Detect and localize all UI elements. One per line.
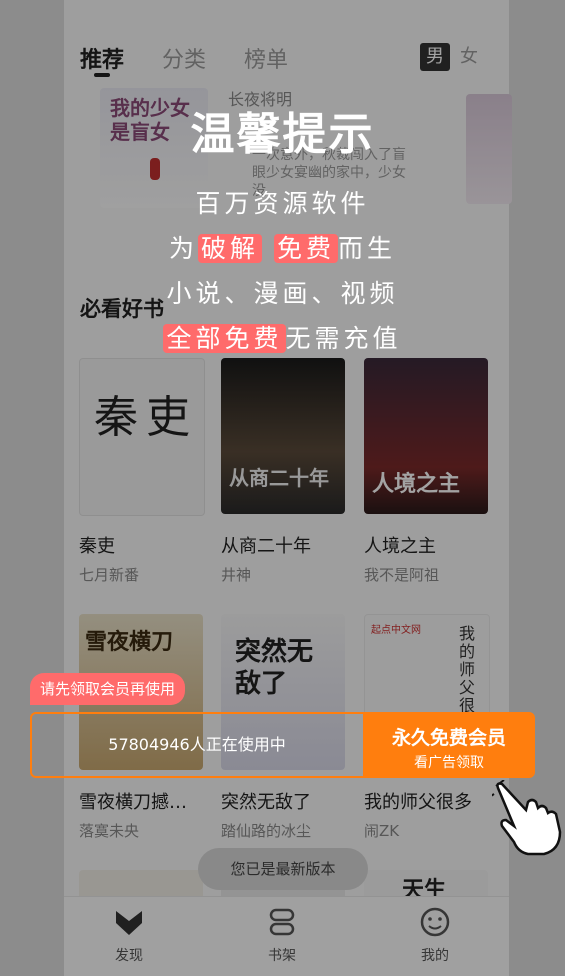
promo-line2: 为破解 免费 而生 bbox=[0, 229, 565, 265]
free-member-button[interactable]: 永久免费会员 看广告领取 bbox=[363, 714, 533, 776]
member-users-count: 57804946人正在使用中 bbox=[108, 735, 286, 754]
promo-line1: 百万资源软件 bbox=[195, 189, 370, 218]
promo-highlight: 全部免费 bbox=[163, 324, 286, 353]
cta-main-label: 永久免费会员 bbox=[391, 727, 506, 749]
promo-title: 温馨提示 bbox=[190, 109, 375, 160]
member-bar[interactable]: 57804946人正在使用中 永久免费会员 看广告领取 bbox=[30, 712, 535, 778]
member-badge: 请先领取会员再使用 bbox=[30, 673, 186, 705]
promo-text: 无需充值 bbox=[285, 324, 402, 353]
promo-line4: 全部免费 无需充值 bbox=[0, 319, 565, 355]
promo-line3: 小说、漫画、视频 bbox=[166, 279, 399, 308]
promo-text: 为 bbox=[168, 234, 198, 263]
promo-highlight: 免费 bbox=[273, 234, 338, 263]
cta-sub-label: 看广告领取 bbox=[414, 755, 484, 771]
promo-text: 而生 bbox=[337, 234, 396, 263]
pointing-hand-icon bbox=[492, 780, 562, 856]
promo-highlight: 破解 bbox=[198, 234, 263, 263]
